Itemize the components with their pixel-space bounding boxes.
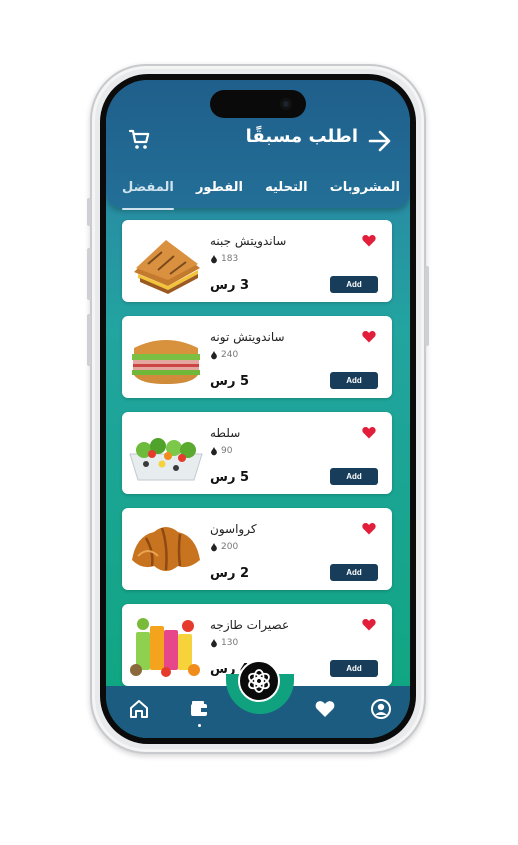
phone-frame: اطلب مسبقًا المشروبات التحليه الفطور الم… <box>87 64 429 754</box>
flame-icon <box>211 350 217 359</box>
cheese-sandwich-image <box>134 240 200 294</box>
tab-breakfast[interactable]: الفطور <box>196 180 243 204</box>
flame-icon <box>211 542 217 551</box>
profile-icon[interactable] <box>370 698 392 720</box>
volume-down-button <box>87 314 91 366</box>
wallet-icon[interactable] <box>188 698 210 720</box>
chatgpt-button[interactable] <box>238 660 280 702</box>
favorite-heart-icon[interactable] <box>362 330 376 343</box>
favorite-heart-icon[interactable] <box>362 618 376 631</box>
calories: 183 <box>210 254 238 264</box>
tab-desserts[interactable]: التحليه <box>265 180 308 204</box>
calories: 90 <box>210 446 232 456</box>
calories: 130 <box>210 638 238 648</box>
tuna-sandwich-image <box>132 340 200 384</box>
add-button[interactable]: Add <box>330 564 378 581</box>
salad-image <box>129 438 203 481</box>
item-name: عصيرات طازجه <box>210 618 290 632</box>
menu-item-card[interactable]: كرواسون 200 2 رس Add <box>122 508 392 590</box>
home-icon[interactable] <box>128 698 150 720</box>
add-button[interactable]: Add <box>330 468 378 485</box>
add-button[interactable]: Add <box>330 660 378 677</box>
item-name: ساندويتش تونه <box>210 330 285 344</box>
page-title: اطلب مسبقًا <box>245 126 358 147</box>
active-indicator-dot <box>198 724 201 727</box>
add-button[interactable]: Add <box>330 372 378 389</box>
calories-value: 130 <box>221 638 239 648</box>
tab-favorites[interactable]: المفضل <box>122 180 174 210</box>
flame-icon <box>211 638 217 647</box>
heart-icon[interactable] <box>314 698 336 720</box>
power-button <box>425 266 429 346</box>
calories: 240 <box>210 350 238 360</box>
app-screen: اطلب مسبقًا المشروبات التحليه الفطور الم… <box>106 80 410 738</box>
favorite-heart-icon[interactable] <box>362 522 376 535</box>
calories-value: 183 <box>221 254 239 264</box>
favorite-heart-icon[interactable] <box>362 234 376 247</box>
volume-up-button <box>87 248 91 300</box>
menu-item-card[interactable]: ساندويتش جبنه 183 3 رس Add <box>122 220 392 302</box>
flame-icon <box>211 254 217 263</box>
arrow-right-icon[interactable] <box>368 130 392 152</box>
item-price: 5 رس <box>210 470 249 485</box>
item-price: 3 رس <box>210 278 249 293</box>
menu-item-card[interactable]: ساندويتش تونه 240 5 رس Add <box>122 316 392 398</box>
item-name: كرواسون <box>210 522 257 536</box>
category-tabs: المشروبات التحليه الفطور المفضل <box>122 180 400 210</box>
favorite-heart-icon[interactable] <box>362 426 376 439</box>
flame-icon <box>211 446 217 455</box>
add-button[interactable]: Add <box>330 276 378 293</box>
item-price: 5 رس <box>210 374 249 389</box>
mute-switch <box>87 198 91 226</box>
calories-value: 90 <box>221 446 233 456</box>
calories-value: 240 <box>221 350 239 360</box>
bottom-nav <box>106 660 410 738</box>
camera-icon <box>280 98 292 110</box>
calories: 200 <box>210 542 238 552</box>
item-name: سلطه <box>210 426 241 440</box>
dynamic-island <box>210 90 306 118</box>
item-price: 2 رس <box>210 566 249 581</box>
phone-bezel: اطلب مسبقًا المشروبات التحليه الفطور الم… <box>100 74 416 744</box>
chatgpt-icon <box>248 669 270 693</box>
cart-icon[interactable] <box>128 128 152 152</box>
menu-item-card[interactable]: سلطه 90 5 رس Add <box>122 412 392 494</box>
calories-value: 200 <box>221 542 239 552</box>
tab-drinks[interactable]: المشروبات <box>330 180 400 204</box>
croissant-image <box>132 527 200 571</box>
item-name: ساندويتش جبنه <box>210 234 287 248</box>
fresh-juices-image <box>130 618 200 677</box>
